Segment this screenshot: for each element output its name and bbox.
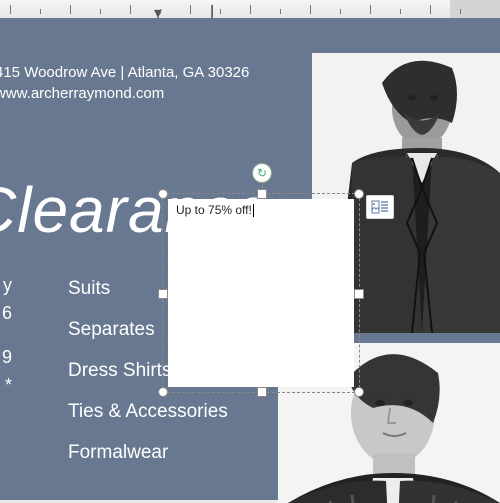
ruler-right-margin — [450, 0, 500, 18]
left-cut-text: y 6 9 * — [0, 271, 12, 399]
resize-handle-w[interactable] — [158, 289, 168, 299]
resize-handle-sw[interactable] — [158, 387, 168, 397]
horizontal-ruler[interactable]: ▾ ▴ ⌊ — [0, 0, 500, 19]
resize-handle-nw[interactable] — [158, 189, 168, 199]
text-box-selected[interactable]: Up to 75% off! ↻ — [162, 193, 360, 393]
text-caret — [253, 204, 254, 217]
text-box-fill[interactable]: Up to 75% off! — [168, 199, 354, 387]
tab-stop-icon[interactable]: ⌊ — [210, 2, 218, 12]
layout-options-icon — [371, 200, 389, 214]
rotate-handle-icon[interactable]: ↻ — [252, 163, 272, 183]
list-item[interactable]: Ties & Accessories — [68, 391, 228, 432]
layout-options-button[interactable] — [366, 195, 394, 219]
list-item[interactable]: Formalwear — [68, 432, 228, 473]
text-box-content[interactable]: Up to 75% off! — [176, 203, 254, 217]
address-line[interactable]: 415 Woodrow Ave | Atlanta, GA 30326 — [0, 64, 249, 81]
resize-handle-ne[interactable] — [354, 189, 364, 199]
resize-handle-n[interactable] — [257, 189, 267, 199]
resize-handle-e[interactable] — [354, 289, 364, 299]
document-canvas[interactable]: 415 Woodrow Ave | Atlanta, GA 30326 www.… — [0, 18, 500, 500]
resize-handle-se[interactable] — [354, 387, 364, 397]
website-line[interactable]: www.archerraymond.com — [0, 85, 164, 102]
resize-handle-s[interactable] — [257, 387, 267, 397]
